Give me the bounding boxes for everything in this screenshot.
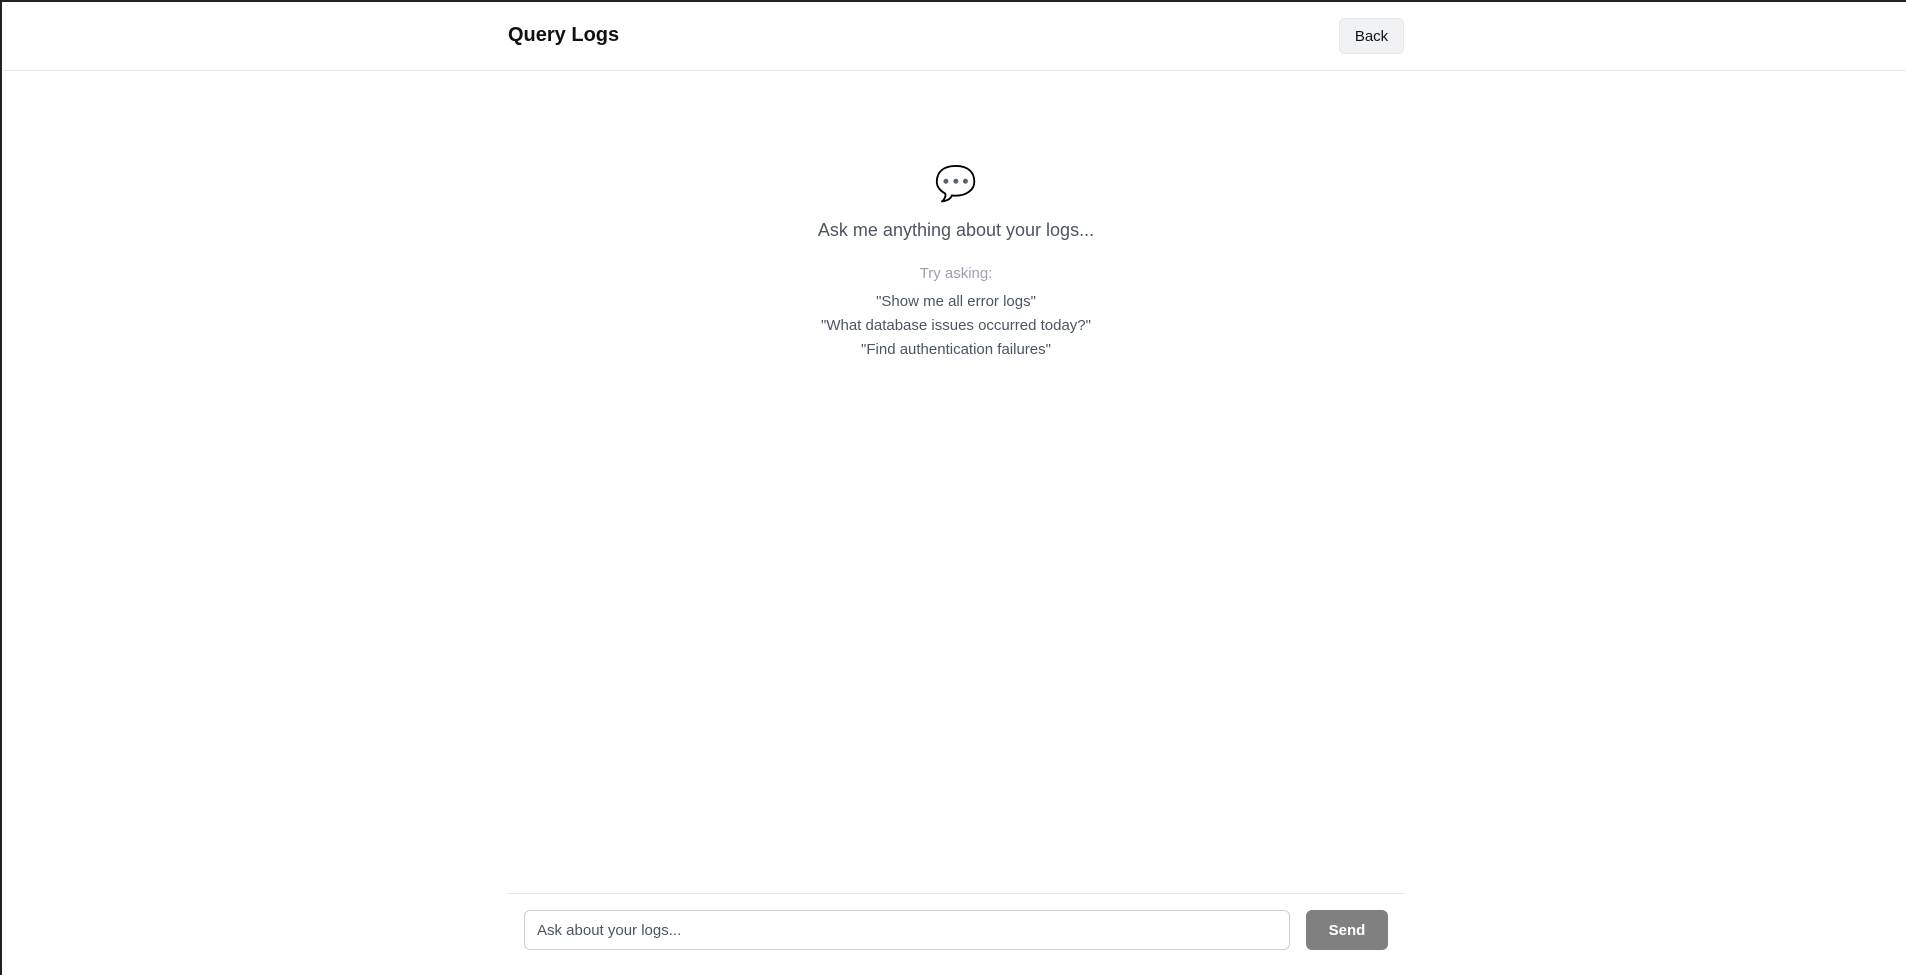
app-header: Query Logs Back: [2, 2, 1906, 71]
query-input[interactable]: [524, 910, 1290, 950]
suggestion-item[interactable]: "Find authentication failures": [508, 338, 1404, 362]
send-button[interactable]: Send: [1306, 910, 1388, 950]
suggestion-item[interactable]: "Show me all error logs": [508, 290, 1404, 314]
composer-divider: [508, 893, 1404, 894]
empty-state: 💬 Ask me anything about your logs... Try…: [508, 162, 1404, 362]
back-button[interactable]: Back: [1339, 18, 1404, 54]
try-asking-label: Try asking:: [919, 265, 993, 282]
suggestion-item[interactable]: "What database issues occurred today?": [508, 314, 1404, 338]
empty-state-message: Ask me anything about your logs...: [817, 220, 1095, 240]
page-title: Query Logs: [508, 24, 620, 46]
speech-bubble-icon: 💬: [934, 165, 978, 203]
suggestion-list: "Show me all error logs" "What database …: [508, 290, 1404, 362]
